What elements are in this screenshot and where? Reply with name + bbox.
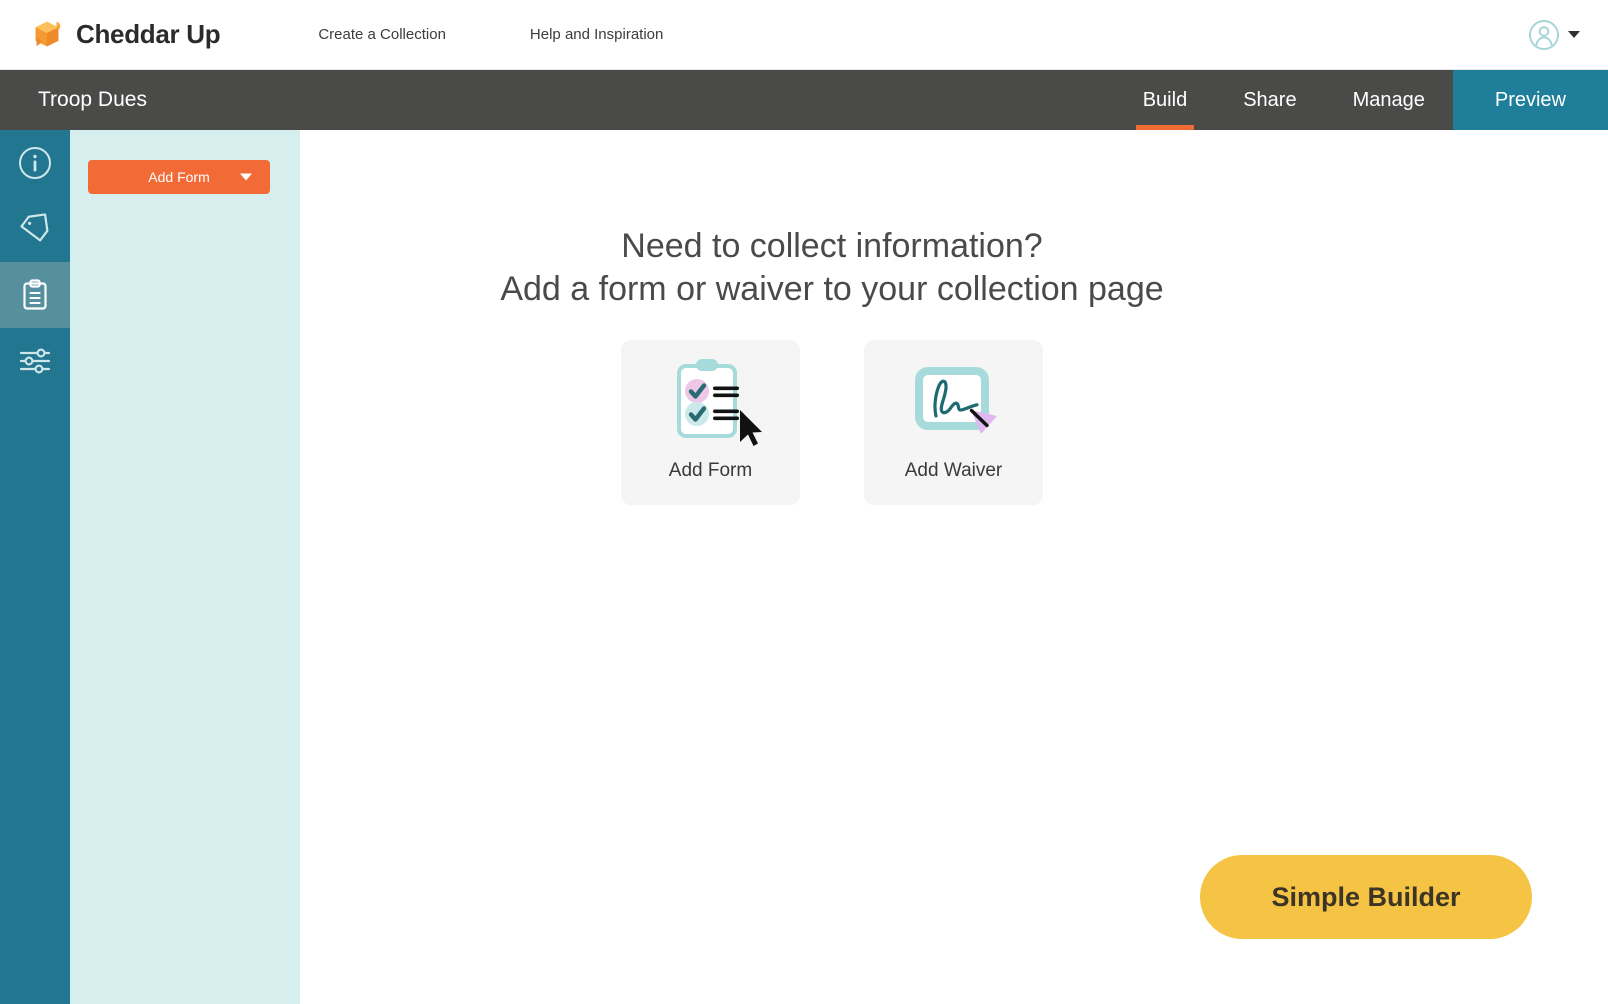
tab-manage[interactable]: Manage (1325, 70, 1453, 130)
empty-state-heading-line2: Add a form or waiver to your collection … (300, 268, 1364, 311)
rail-item-items[interactable] (0, 196, 70, 262)
brand-name: Cheddar Up (76, 19, 220, 50)
add-form-split-button[interactable]: Add Form (88, 160, 270, 194)
info-circle-icon (17, 145, 53, 181)
empty-state-heading-line1: Need to collect information? (621, 227, 1042, 265)
add-form-card-label: Add Form (669, 460, 752, 482)
global-nav: Create a Collection Help and Inspiration (318, 26, 663, 43)
collection-bar: Troop Dues Build Share Manage Preview (0, 70, 1608, 130)
empty-state-heading: Need to collect information? Add a form … (300, 225, 1364, 310)
clipboard-icon (17, 277, 53, 313)
clipboard-checklist-icon (656, 354, 766, 452)
builder-icon-rail (0, 130, 70, 1004)
rail-item-forms[interactable] (0, 262, 70, 328)
tab-build[interactable]: Build (1115, 70, 1215, 130)
chevron-down-icon (1568, 31, 1580, 38)
nav-create-a-collection[interactable]: Create a Collection (318, 26, 446, 43)
signature-pad-icon (899, 354, 1009, 452)
chevron-down-icon[interactable] (240, 174, 252, 181)
brand-logo[interactable]: Cheddar Up (28, 16, 220, 54)
sliders-icon (17, 343, 53, 379)
tab-share[interactable]: Share (1215, 70, 1324, 130)
rail-item-settings[interactable] (0, 328, 70, 394)
empty-state-choices: Add Form Add Waiver (300, 340, 1364, 505)
tab-preview[interactable]: Preview (1453, 70, 1608, 130)
rail-item-details[interactable] (0, 130, 70, 196)
cheddar-up-cube-logo-icon (28, 16, 66, 54)
builder-canvas: Need to collect information? Add a form … (300, 130, 1608, 1004)
arrow-cursor-icon (740, 410, 762, 446)
collection-title: Troop Dues (38, 88, 147, 112)
simple-builder-button[interactable]: Simple Builder (1200, 855, 1532, 939)
user-circle-icon (1528, 19, 1560, 51)
nav-help-and-inspiration[interactable]: Help and Inspiration (530, 26, 663, 43)
account-menu[interactable] (1528, 19, 1580, 51)
global-header: Cheddar Up Create a Collection Help and … (0, 0, 1608, 70)
add-waiver-card[interactable]: Add Waiver (864, 340, 1043, 505)
app-root: Cheddar Up Create a Collection Help and … (0, 0, 1608, 1004)
forms-side-panel: Add Form (70, 130, 300, 1004)
add-form-card[interactable]: Add Form (621, 340, 800, 505)
tag-icon (17, 211, 53, 247)
collection-tabs: Build Share Manage Preview (1115, 70, 1608, 130)
add-waiver-card-label: Add Waiver (905, 460, 1003, 482)
